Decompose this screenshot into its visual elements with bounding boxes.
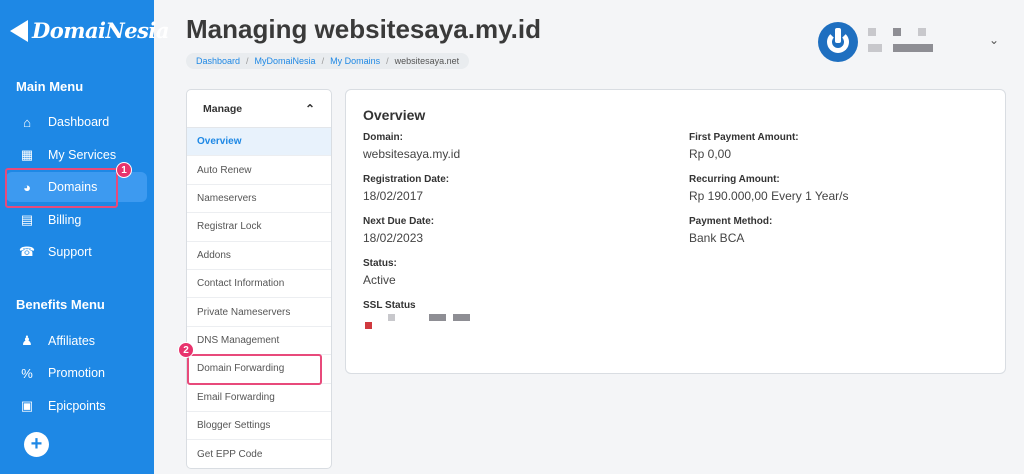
breadcrumb-separator: / <box>321 56 325 66</box>
next-due-date-value: 18/02/2023 <box>363 231 424 245</box>
sidebar-item-label: Billing <box>48 213 82 227</box>
sidebar-item-label: Affiliates <box>48 334 96 348</box>
step-badge-2: 2 <box>178 342 194 358</box>
sidebar-item-label: My Services <box>48 148 117 162</box>
ssl-status-label: SSL Status <box>363 300 416 311</box>
status-label: Status: <box>363 258 397 269</box>
user-avatar[interactable] <box>818 22 858 62</box>
status-field: Status: Active <box>363 258 397 287</box>
overview-title: Overview <box>363 107 426 123</box>
manage-item-private-nameservers[interactable]: Private Nameservers <box>187 298 331 327</box>
recurring-amount-value: Rp 190.000,00 Every 1 Year/s <box>689 189 849 203</box>
breadcrumb-current: websitesaya.net <box>394 56 460 66</box>
manage-item-blogger-settings[interactable]: Blogger Settings <box>187 412 331 441</box>
recurring-amount-field: Recurring Amount: Rp 190.000,00 Every 1 … <box>689 174 848 203</box>
sidebar-item-epicpoints[interactable]: ▣ Epicpoints <box>6 391 147 421</box>
manage-header[interactable]: Manage ⌃ <box>187 90 331 128</box>
registration-date-label: Registration Date: <box>363 174 450 185</box>
services-icon: ▦ <box>20 147 34 162</box>
manage-item-contact-information[interactable]: Contact Information <box>187 270 331 299</box>
percent-icon: % <box>21 365 33 381</box>
chevron-up-icon: ⌃ <box>304 101 315 116</box>
manage-item-email-forwarding[interactable]: Email Forwarding <box>187 384 331 412</box>
manage-item-get-epp-code[interactable]: Get EPP Code <box>187 440 331 468</box>
manage-item-nameservers[interactable]: Nameservers <box>187 185 331 214</box>
manage-item-overview[interactable]: Overview <box>187 128 331 157</box>
sidebar-item-promotion[interactable]: % Promotion <box>6 358 147 388</box>
registration-date-field: Registration Date: 18/02/2017 <box>363 174 449 203</box>
manage-item-addons[interactable]: Addons <box>187 242 331 270</box>
next-due-date-label: Next Due Date: <box>363 216 435 227</box>
registration-date-value: 18/02/2017 <box>363 189 424 203</box>
sidebar-item-label: Epicpoints <box>48 399 106 413</box>
sidebar-item-label: Dashboard <box>48 115 110 129</box>
overview-card: Overview Domain: websitesaya.my.id Regis… <box>345 89 1006 374</box>
manage-panel: Manage ⌃ Overview Auto Renew Nameservers… <box>186 89 332 469</box>
sidebar-item-billing[interactable]: ▤ Billing <box>6 205 147 235</box>
sidebar-item-affiliates[interactable]: ♟ Affiliates <box>6 326 147 356</box>
page-title: Managing websitesaya.my.id <box>186 14 541 44</box>
payment-method-field: Payment Method: Bank BCA <box>689 216 772 245</box>
domain-value: websitesaya.my.id <box>363 147 461 161</box>
status-value: Active <box>363 273 396 287</box>
next-due-date-field: Next Due Date: 18/02/2023 <box>363 216 434 245</box>
breadcrumb-mydomainesia[interactable]: MyDomaiNesia <box>255 56 316 66</box>
first-payment-value: Rp 0,00 <box>689 147 732 161</box>
gift-icon: ▣ <box>20 398 34 413</box>
brand-name: DomaiNesia <box>32 18 170 43</box>
breadcrumb: Dashboard / MyDomaiNesia / My Domains / … <box>186 53 470 69</box>
ssl-status-field: SSL Status <box>363 300 416 315</box>
sidebar-item-label: Support <box>48 245 92 259</box>
breadcrumb-dashboard[interactable]: Dashboard <box>196 56 240 66</box>
sidebar-item-label: Promotion <box>48 366 105 380</box>
brand-logo[interactable]: DomaiNesia <box>10 18 170 43</box>
step-badge-1: 1 <box>116 162 132 178</box>
payment-method-value: Bank BCA <box>689 231 745 245</box>
breadcrumb-my-domains[interactable]: My Domains <box>330 56 380 66</box>
add-button[interactable]: + <box>24 432 49 457</box>
domain-label: Domain: <box>363 132 403 143</box>
sidebar-item-support[interactable]: ☎ Support <box>6 237 147 267</box>
chevron-down-icon[interactable]: ⌄ <box>989 33 999 47</box>
manage-item-auto-renew[interactable]: Auto Renew <box>187 156 331 185</box>
recurring-amount-label: Recurring Amount: <box>689 174 780 185</box>
affiliates-icon: ♟ <box>21 333 33 348</box>
home-icon: ⌂ <box>23 114 31 130</box>
breadcrumb-separator: / <box>386 56 389 66</box>
breadcrumb-separator: / <box>246 56 249 66</box>
first-payment-field: First Payment Amount: Rp 0,00 <box>689 132 799 161</box>
payment-method-label: Payment Method: <box>689 216 773 227</box>
billing-icon: ▤ <box>20 212 34 227</box>
domain-field: Domain: websitesaya.my.id <box>363 132 460 161</box>
sidebar: DomaiNesia Main Menu ⌂ Dashboard ▦ My Se… <box>0 0 170 474</box>
first-payment-label: First Payment Amount: <box>689 132 799 143</box>
manage-title: Manage <box>203 102 243 115</box>
sidebar-item-dashboard[interactable]: ⌂ Dashboard <box>6 107 147 137</box>
manage-item-dns-management[interactable]: DNS Management <box>187 327 331 356</box>
domain-forwarding-highlight-box <box>187 354 322 385</box>
main-menu-heading: Main Menu <box>16 79 84 94</box>
benefits-menu-heading: Benefits Menu <box>16 297 105 312</box>
headset-icon: ☎ <box>18 244 36 259</box>
manage-item-registrar-lock[interactable]: Registrar Lock <box>187 213 331 242</box>
power-bar-icon <box>835 28 841 43</box>
domains-highlight-box <box>5 168 118 208</box>
brand-mark-icon <box>10 19 28 42</box>
